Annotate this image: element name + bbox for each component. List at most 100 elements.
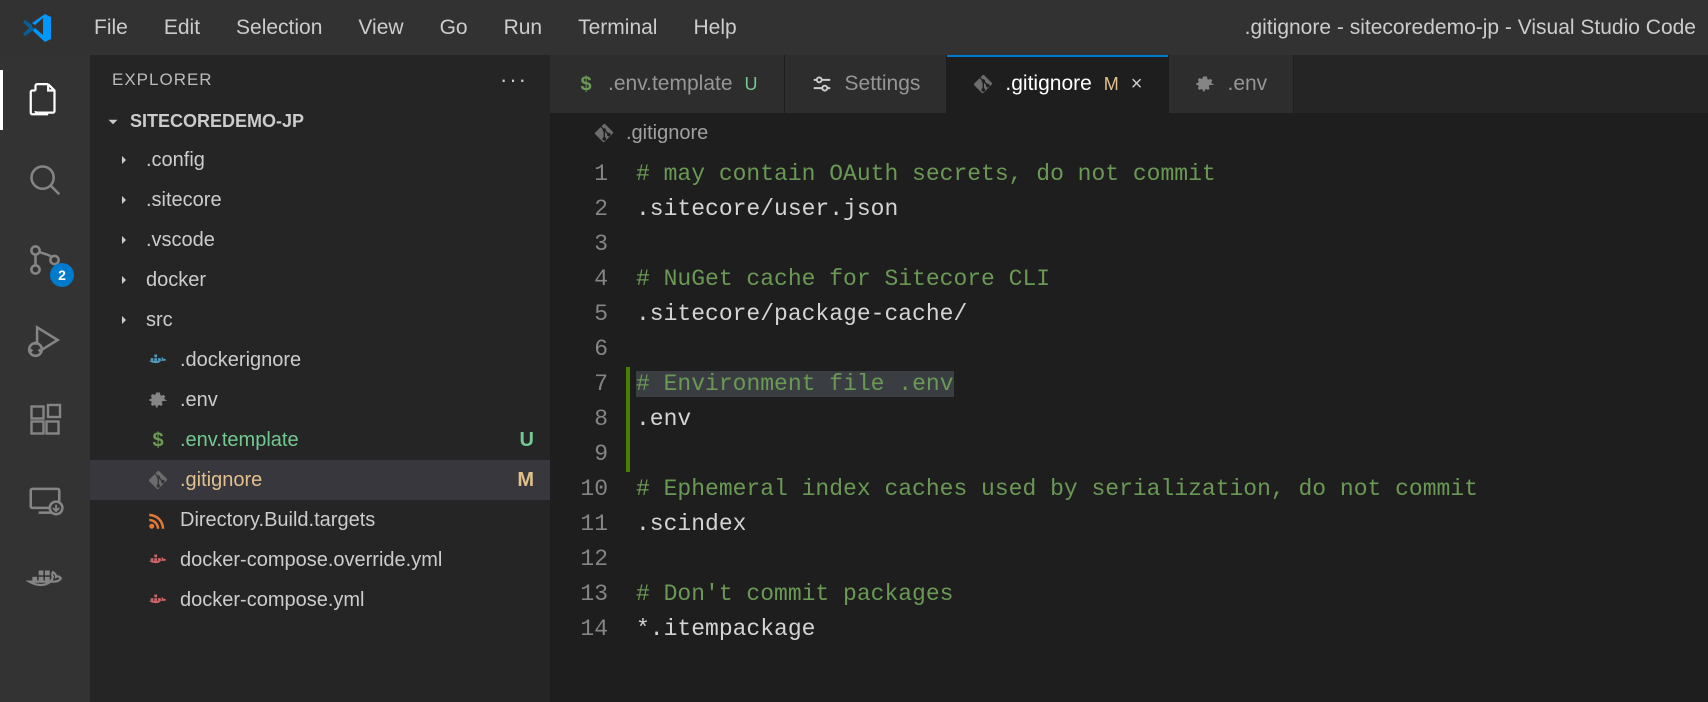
code-line[interactable]: 12 <box>550 542 1708 577</box>
file-row[interactable]: .env <box>90 380 550 420</box>
code-editor[interactable]: 1# may contain OAuth secrets, do not com… <box>550 153 1708 702</box>
activity-extensions[interactable] <box>20 395 70 445</box>
menu-terminal[interactable]: Terminal <box>562 10 673 46</box>
file-row[interactable]: Directory.Build.targets <box>90 500 550 540</box>
sidebar-more-icon[interactable]: ··· <box>500 67 528 93</box>
close-icon[interactable]: × <box>1131 73 1143 96</box>
editor-tab[interactable]: .gitignoreM× <box>947 55 1169 113</box>
code-line[interactable]: 5.sitecore/package-cache/ <box>550 297 1708 332</box>
code-text: # Ephemeral index caches used by seriali… <box>636 472 1478 507</box>
folder-row[interactable]: .vscode <box>90 220 550 260</box>
code-line[interactable]: 10# Ephemeral index caches used by seria… <box>550 472 1708 507</box>
activity-scm[interactable]: 2 <box>20 235 70 285</box>
tab-label: .gitignore <box>1005 72 1091 96</box>
code-line[interactable]: 11.scindex <box>550 507 1708 542</box>
tree-item-label: src <box>146 309 173 332</box>
chevron-right-icon <box>116 272 136 288</box>
folder-row[interactable]: src <box>90 300 550 340</box>
menu-edit[interactable]: Edit <box>148 10 216 46</box>
code-line[interactable]: 6 <box>550 332 1708 367</box>
editor-area: $.env.templateUSettings.gitignoreM×.env … <box>550 55 1708 702</box>
line-number: 3 <box>550 227 636 262</box>
code-line[interactable]: 4# NuGet cache for Sitecore CLI <box>550 262 1708 297</box>
line-number: 13 <box>550 577 636 612</box>
file-row[interactable]: $.env.templateU <box>90 420 550 460</box>
folder-row[interactable]: .sitecore <box>90 180 550 220</box>
git-icon <box>973 74 993 94</box>
editor-tab[interactable]: Settings <box>785 55 948 113</box>
docker-red-icon <box>146 589 170 611</box>
file-row[interactable]: .dockerignore <box>90 340 550 380</box>
line-number: 5 <box>550 297 636 332</box>
sidebar-header: EXPLORER ··· <box>90 55 550 105</box>
chevron-right-icon <box>116 192 136 208</box>
line-number: 12 <box>550 542 636 577</box>
tab-label: .env <box>1227 72 1267 96</box>
code-line[interactable]: 13# Don't commit packages <box>550 577 1708 612</box>
menu-selection[interactable]: Selection <box>220 10 338 46</box>
chevron-right-icon <box>116 152 136 168</box>
code-line[interactable]: 2.sitecore/user.json <box>550 192 1708 227</box>
tree-item-label: docker-compose.yml <box>180 589 365 612</box>
docker-icon <box>146 349 170 371</box>
activity-explorer[interactable] <box>20 75 70 125</box>
breadcrumb[interactable]: .gitignore <box>550 113 1708 153</box>
breadcrumb-text: .gitignore <box>626 122 708 145</box>
tree-root[interactable]: SITECOREDEMO-JP <box>90 105 550 138</box>
file-row[interactable]: .gitignoreM <box>90 460 550 500</box>
menu-help[interactable]: Help <box>677 10 752 46</box>
git-icon <box>594 123 614 143</box>
tree-item-label: docker <box>146 269 206 292</box>
tree-item-label: .env.template <box>180 429 299 452</box>
explorer-sidebar: EXPLORER ··· SITECOREDEMO-JP .config .sit… <box>90 55 550 702</box>
activity-debug[interactable] <box>20 315 70 365</box>
code-line[interactable]: 8.env <box>550 402 1708 437</box>
scm-badge: 2 <box>50 263 74 287</box>
line-number: 6 <box>550 332 636 367</box>
editor-tab[interactable]: $.env.templateU <box>550 55 785 113</box>
line-number: 2 <box>550 192 636 227</box>
code-text: # Don't commit packages <box>636 577 953 612</box>
activitybar: 2 <box>0 55 90 702</box>
code-line[interactable]: 9 <box>550 437 1708 472</box>
sidebar-title: EXPLORER <box>112 70 213 90</box>
activity-search[interactable] <box>20 155 70 205</box>
code-line[interactable]: 3 <box>550 227 1708 262</box>
svg-text:$: $ <box>580 74 591 94</box>
editor-tabs: $.env.templateUSettings.gitignoreM× .env <box>550 55 1708 113</box>
settings-sliders-icon <box>811 73 833 95</box>
line-number: 14 <box>550 612 636 647</box>
git-icon <box>146 470 170 490</box>
tree-item-label: .gitignore <box>180 469 262 492</box>
activity-docker[interactable] <box>20 555 70 605</box>
line-number: 11 <box>550 507 636 542</box>
code-text: # NuGet cache for Sitecore CLI <box>636 262 1050 297</box>
line-number: 10 <box>550 472 636 507</box>
folder-row[interactable]: .config <box>90 140 550 180</box>
menu-go[interactable]: Go <box>424 10 484 46</box>
tree-item-label: .sitecore <box>146 189 222 212</box>
editor-tab[interactable]: .env <box>1169 55 1294 113</box>
line-number: 7 <box>550 367 636 402</box>
folder-row[interactable]: docker <box>90 260 550 300</box>
menu-run[interactable]: Run <box>488 10 559 46</box>
code-line[interactable]: 1# may contain OAuth secrets, do not com… <box>550 157 1708 192</box>
activity-remote[interactable] <box>20 475 70 525</box>
code-text: #·Environment·file·.env <box>636 367 954 402</box>
tree-item-label: .dockerignore <box>180 349 301 372</box>
code-line[interactable]: 14*.itempackage <box>550 612 1708 647</box>
line-number: 9 <box>550 437 636 472</box>
code-text: .sitecore/package-cache/ <box>636 297 967 332</box>
code-line[interactable]: 7#·Environment·file·.env <box>550 367 1708 402</box>
line-number: 1 <box>550 157 636 192</box>
tree-item-label: docker-compose.override.yml <box>180 549 442 572</box>
menu-view[interactable]: View <box>342 10 419 46</box>
line-number: 8 <box>550 402 636 437</box>
menu-file[interactable]: File <box>78 10 144 46</box>
tree-item-label: Directory.Build.targets <box>180 509 375 532</box>
chevron-down-icon <box>104 113 122 131</box>
file-row[interactable]: docker-compose.override.yml <box>90 540 550 580</box>
file-row[interactable]: docker-compose.yml <box>90 580 550 620</box>
code-text: .scindex <box>636 507 746 542</box>
rss-icon <box>146 510 170 530</box>
